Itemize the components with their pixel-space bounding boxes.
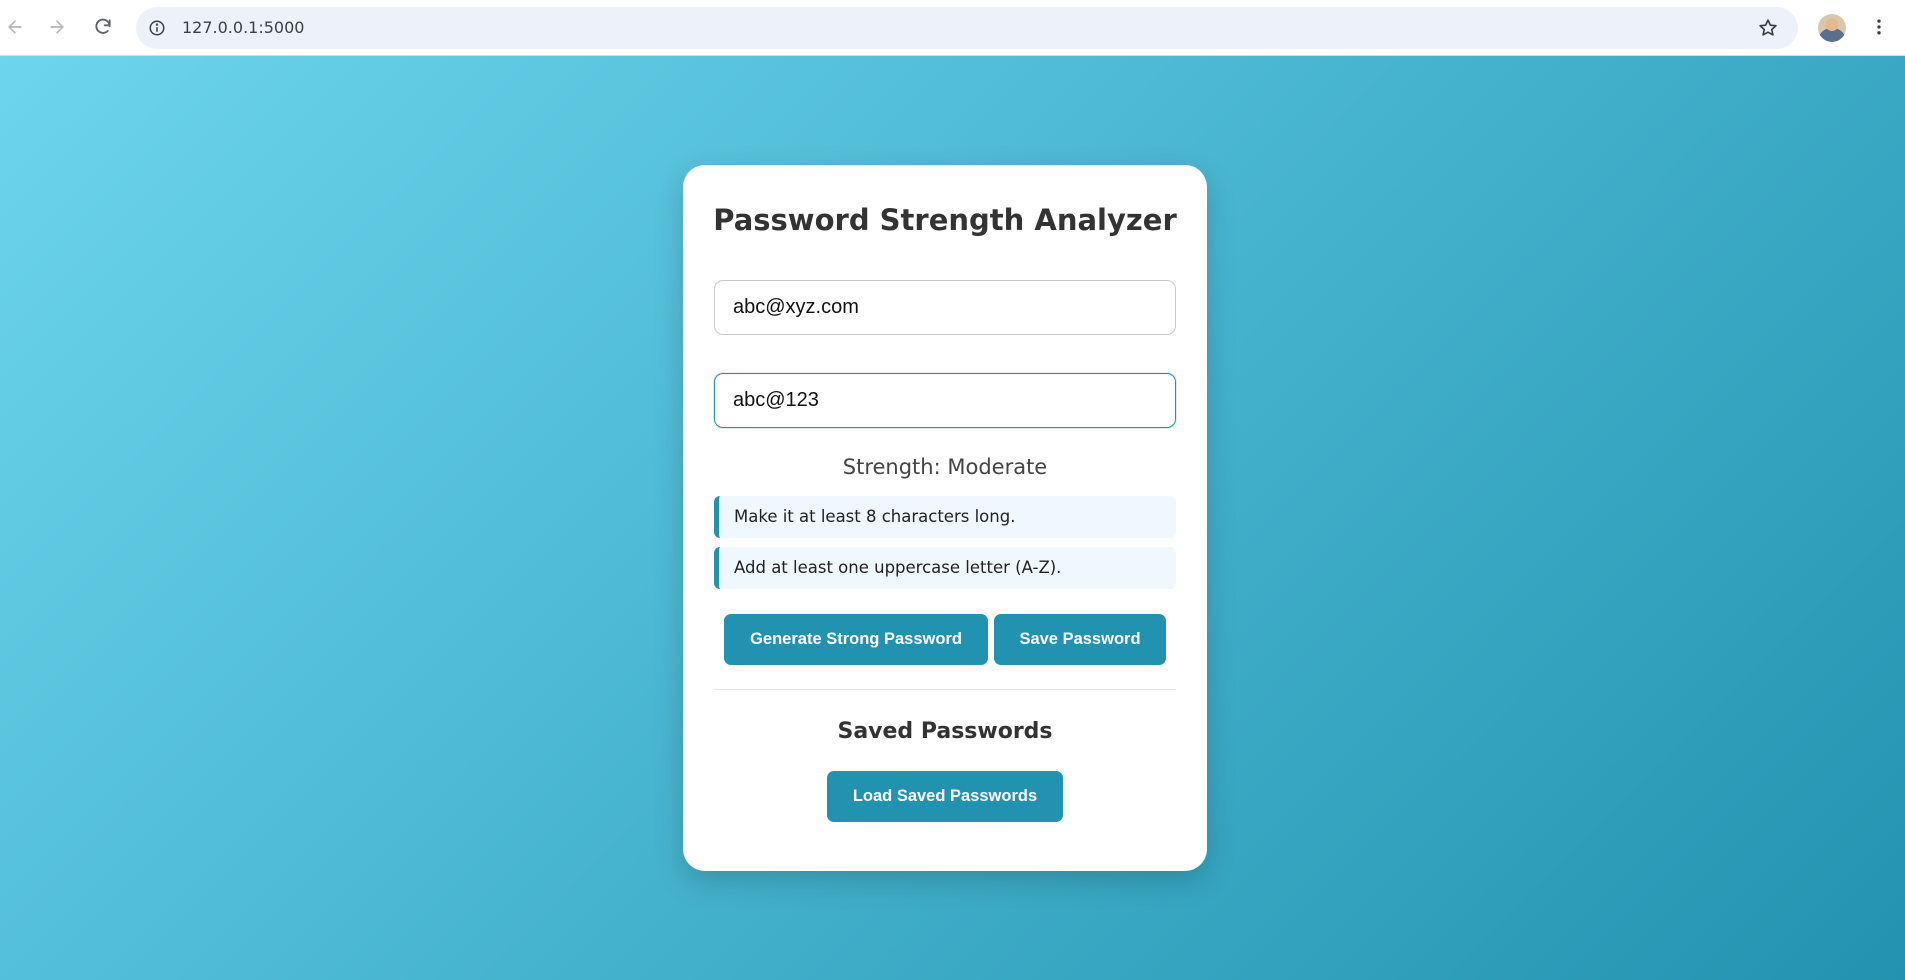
- arrow-left-icon: [8, 20, 22, 34]
- browser-menu-button[interactable]: [1864, 12, 1894, 42]
- kebab-menu-icon: [1877, 19, 1881, 35]
- info-icon[interactable]: [146, 17, 168, 39]
- generate-password-button[interactable]: Generate Strong Password: [724, 614, 988, 665]
- reload-icon: [95, 18, 111, 34]
- star-icon[interactable]: [1756, 16, 1780, 40]
- password-field[interactable]: [714, 373, 1176, 428]
- analyzer-card: Password Strength Analyzer Strength: Mod…: [683, 165, 1207, 871]
- suggestion-item: Add at least one uppercase letter (A-Z).: [714, 547, 1176, 589]
- url-text[interactable]: 127.0.0.1:5000: [182, 7, 304, 49]
- email-field[interactable]: [714, 280, 1176, 335]
- strength-indicator: Strength: Moderate: [842, 455, 1048, 479]
- back-button[interactable]: [0, 12, 30, 42]
- reload-button[interactable]: [88, 12, 118, 42]
- load-saved-passwords-button[interactable]: Load Saved Passwords: [827, 771, 1063, 822]
- saved-passwords-heading: Saved Passwords: [837, 719, 1053, 744]
- browser-toolbar: 127.0.0.1:5000: [0, 0, 1905, 56]
- page-background: Password Strength Analyzer Strength: Mod…: [0, 56, 1905, 980]
- forward-button[interactable]: [42, 12, 72, 42]
- suggestion-item: Make it at least 8 characters long.: [714, 496, 1176, 538]
- page-title: Password Strength Analyzer: [713, 203, 1177, 237]
- address-bar[interactable]: 127.0.0.1:5000: [136, 7, 1798, 49]
- save-password-button[interactable]: Save Password: [994, 614, 1166, 665]
- profile-avatar[interactable]: [1818, 14, 1846, 42]
- section-divider: [714, 689, 1176, 690]
- arrow-right-icon: [50, 20, 64, 34]
